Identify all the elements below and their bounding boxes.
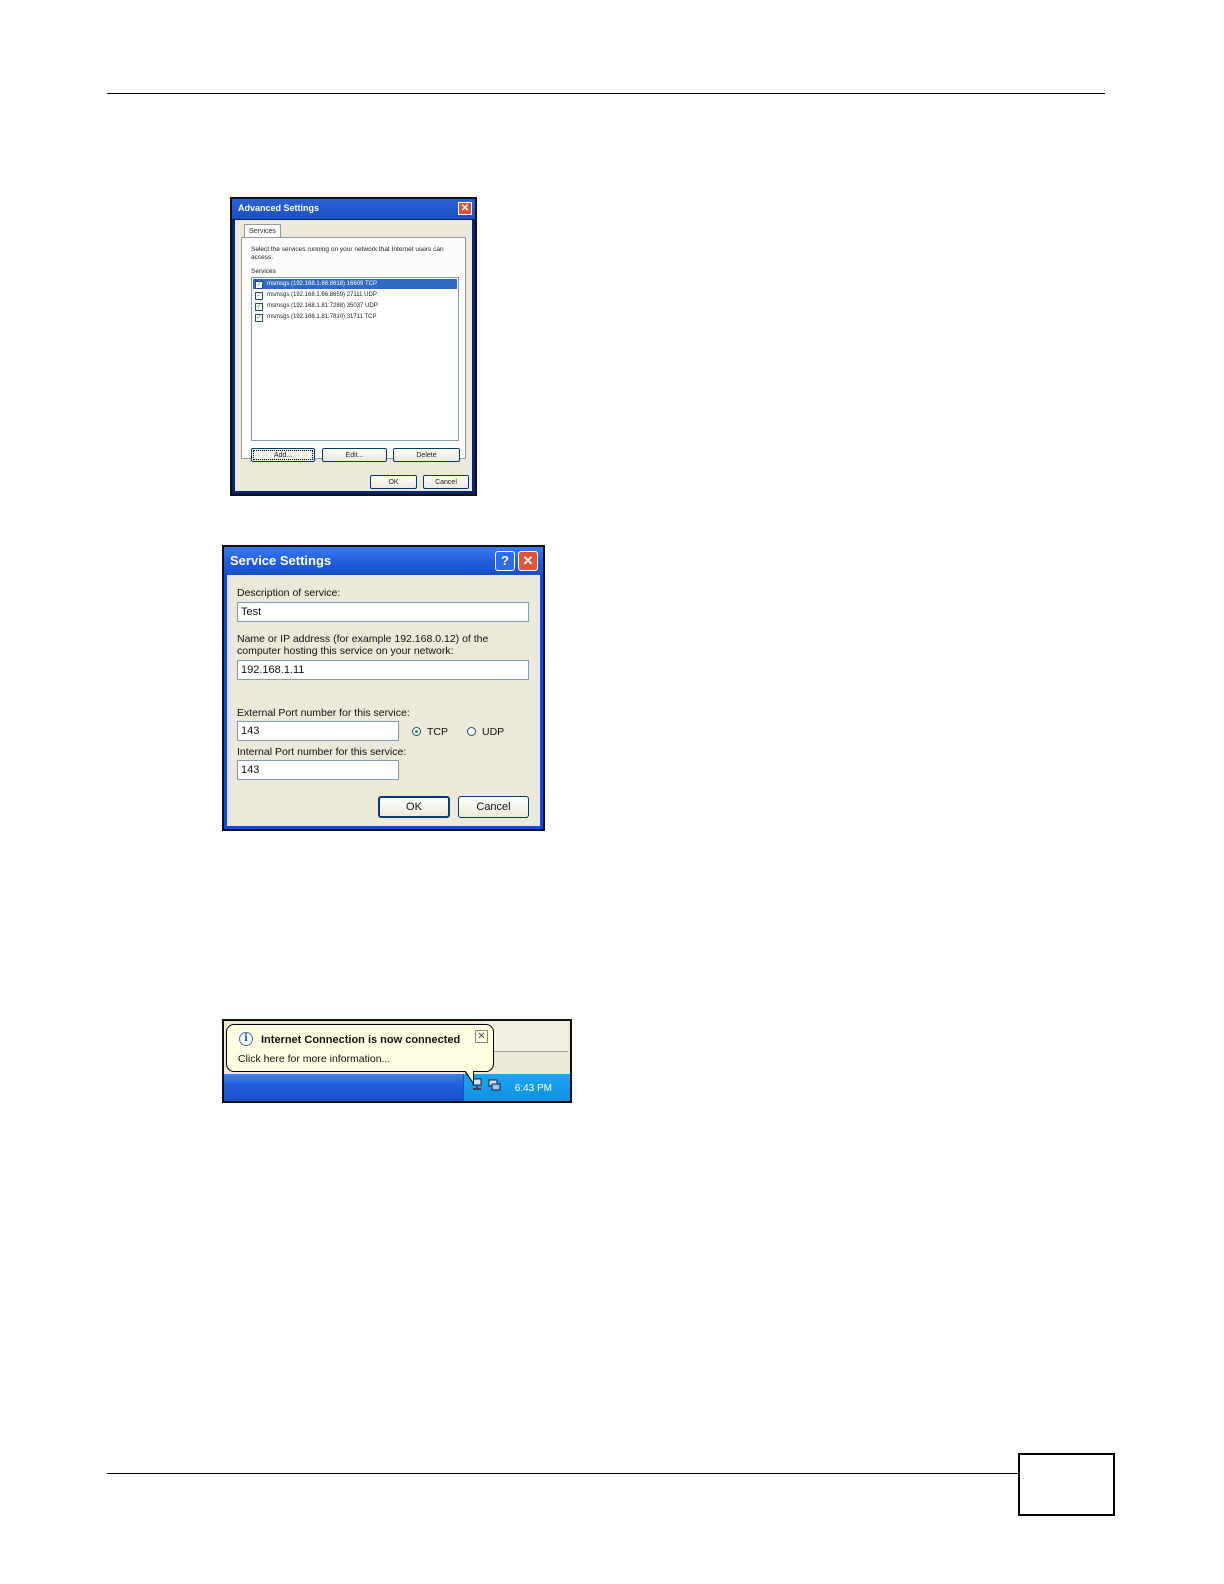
taskbar-notification: 6:43 PM i Internet Connection is now con… — [222, 1019, 572, 1103]
ok-button[interactable]: OK — [370, 475, 417, 489]
close-icon[interactable]: ✕ — [458, 202, 472, 215]
add-button[interactable]: Add... — [251, 448, 315, 462]
advanced-settings-title: Advanced Settings — [238, 203, 320, 213]
notification-balloon[interactable]: i Internet Connection is now connected C… — [226, 1024, 494, 1072]
service-settings-body: Description of service: Test Name or IP … — [227, 575, 540, 826]
clock[interactable]: 6:43 PM — [515, 1083, 552, 1094]
header-rule — [107, 93, 1105, 94]
tab-services[interactable]: Services — [244, 224, 281, 238]
footer-rule — [107, 1473, 1019, 1474]
service-settings-title: Service Settings — [230, 553, 332, 568]
checkbox[interactable]: ✓ — [255, 303, 263, 311]
description-label: Description of service: — [237, 587, 341, 599]
service-settings-dialog: Service Settings ? ✕ Description of serv… — [222, 545, 545, 831]
page-number-box — [1018, 1453, 1115, 1516]
description-field[interactable]: Test — [237, 602, 529, 622]
balloon-text[interactable]: Click here for more information... — [238, 1053, 390, 1065]
host-label-line2: computer hosting this service on your ne… — [237, 645, 454, 657]
checkbox[interactable]: ✓ — [255, 281, 263, 289]
list-item[interactable]: ✓ msmsgs (192.168.1.81:7810) 31711 TCP — [253, 312, 457, 322]
balloon-title: Internet Connection is now connected — [261, 1034, 461, 1046]
services-label: Services — [251, 268, 276, 275]
services-list[interactable]: ✓ msmsgs (192.168.1.66:8618) 16609 TCP ✓ m… — [251, 277, 459, 441]
external-port-label: External Port number for this service: — [237, 707, 410, 719]
service-settings-titlebar: Service Settings ? ✕ — [224, 547, 543, 575]
advanced-settings-titlebar: Advanced Settings ✕ — [232, 199, 475, 219]
protocol-tcp-option[interactable]: TCP — [412, 726, 448, 738]
advanced-settings-dialog: Advanced Settings ✕ Services Select the … — [230, 197, 477, 496]
services-description: Select the services running on your netw… — [251, 246, 444, 261]
close-icon[interactable]: ✕ — [475, 1030, 488, 1043]
background-window — [484, 1021, 568, 1052]
list-item[interactable]: ✓ msmsgs (192.168.1.66:8618) 16609 TCP — [253, 279, 457, 289]
services-panel: Select the services running on your netw… — [241, 237, 466, 462]
checkbox[interactable]: ✓ — [255, 292, 263, 300]
advanced-settings-body: Services Select the services running on … — [235, 220, 472, 491]
udp-radio[interactable] — [467, 727, 476, 736]
list-item[interactable]: ✓ msmsgs (192.168.1.66:8659) 27111 UDP — [253, 290, 457, 300]
host-field[interactable]: 192.168.1.11 — [237, 660, 529, 680]
host-label-line1: Name or IP address (for example 192.168.… — [237, 633, 489, 645]
list-item[interactable]: ✓ msmsgs (192.168.1.81:7288) 35037 UDP — [253, 301, 457, 311]
help-icon[interactable]: ? — [495, 551, 515, 571]
edit-button[interactable]: Edit... — [322, 448, 387, 462]
protocol-udp-option[interactable]: UDP — [467, 726, 504, 738]
balloon-tail-fill — [465, 1070, 473, 1082]
internal-port-field[interactable]: 143 — [237, 760, 399, 780]
checkbox[interactable]: ✓ — [255, 314, 263, 322]
cancel-button[interactable]: Cancel — [458, 796, 529, 818]
ok-button[interactable]: OK — [378, 796, 450, 818]
delete-button[interactable]: Delete — [393, 448, 460, 462]
cancel-button[interactable]: Cancel — [423, 475, 469, 489]
network-icon[interactable] — [487, 1078, 501, 1092]
internal-port-label: Internal Port number for this service: — [237, 746, 407, 758]
tcp-radio[interactable] — [412, 727, 421, 736]
close-icon[interactable]: ✕ — [518, 551, 538, 571]
info-icon: i — [239, 1032, 253, 1046]
network-icon[interactable] — [472, 1078, 486, 1092]
external-port-field[interactable]: 143 — [237, 721, 399, 741]
